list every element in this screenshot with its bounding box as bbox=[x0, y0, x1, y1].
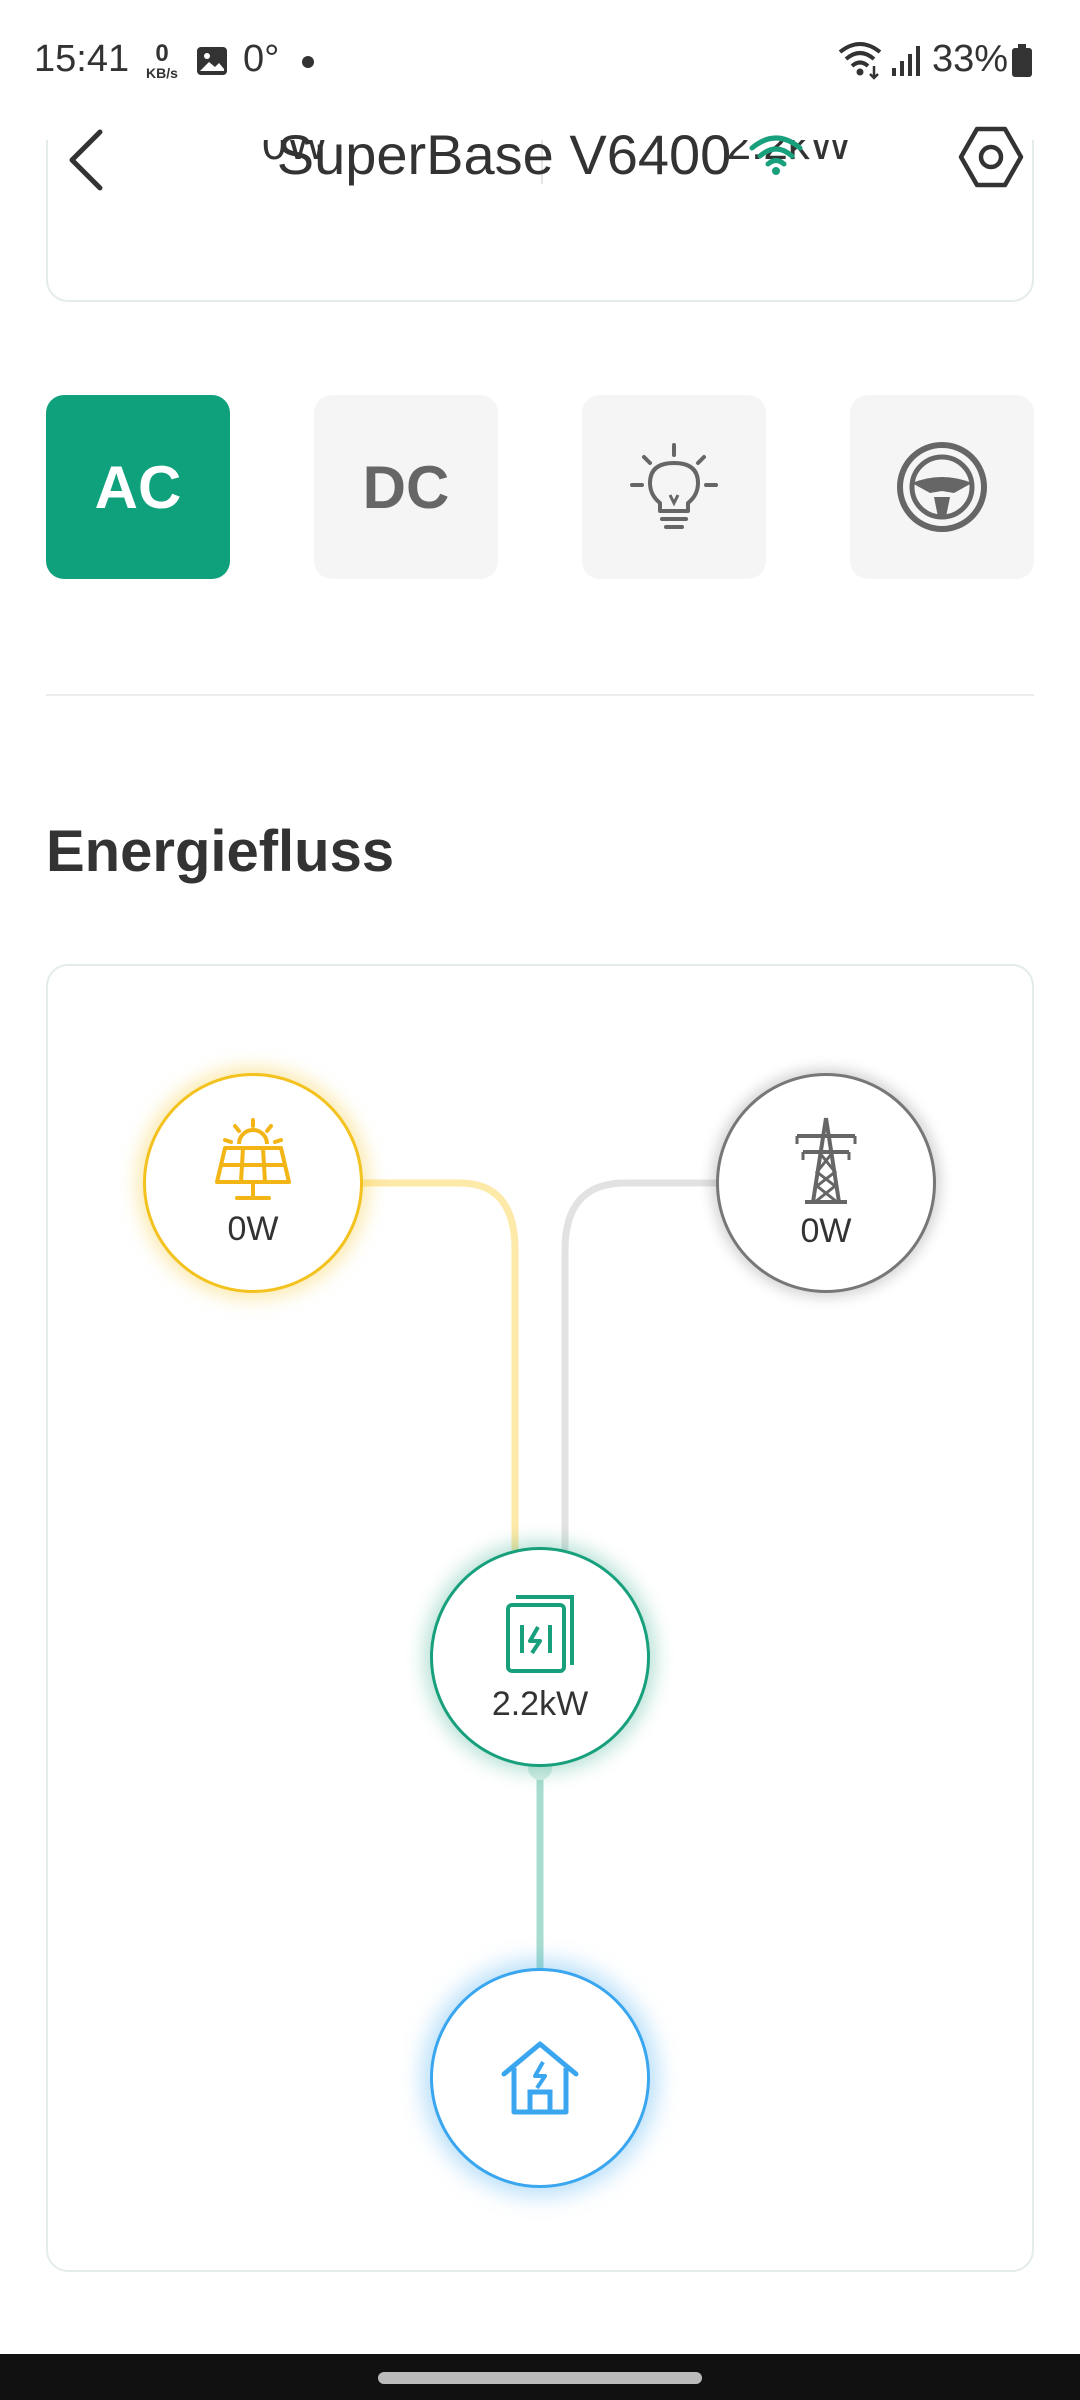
status-temperature: 0° bbox=[243, 38, 280, 80]
dc-mode-button[interactable]: DC bbox=[314, 395, 498, 579]
signal-icon bbox=[892, 46, 920, 76]
ac-mode-button[interactable]: AC bbox=[46, 395, 230, 579]
solar-panel-icon bbox=[215, 1117, 291, 1200]
settings-button[interactable] bbox=[956, 122, 1026, 192]
power-tower-icon bbox=[795, 1117, 857, 1204]
wifi-icon bbox=[749, 135, 803, 175]
battery-icon bbox=[1012, 44, 1032, 77]
status-time: 15:41 bbox=[34, 38, 130, 80]
home-gesture-handle[interactable] bbox=[378, 2372, 702, 2384]
car-mode-button[interactable] bbox=[850, 395, 1034, 579]
status-bar: 15:41 0 KB/s 0° 33% bbox=[0, 0, 1080, 120]
battery-node[interactable]: 2.2kW bbox=[430, 1547, 650, 1767]
steering-wheel-icon bbox=[897, 442, 987, 532]
battery-percent: 33% bbox=[932, 38, 1009, 80]
lightbulb-icon bbox=[630, 443, 718, 529]
page-title-wrap: SuperBase V6400 bbox=[0, 122, 1080, 187]
battery-unit-icon bbox=[506, 1594, 574, 1673]
ac-mode-label: AC bbox=[94, 453, 182, 521]
hexagon-settings-icon bbox=[958, 126, 1024, 188]
system-nav-bar bbox=[0, 2354, 1080, 2400]
notification-dot bbox=[302, 56, 314, 68]
grid-node[interactable]: 0W bbox=[716, 1073, 936, 1293]
solar-value: 0W bbox=[227, 1209, 279, 1248]
home-node[interactable] bbox=[430, 1968, 650, 2188]
section-divider bbox=[46, 694, 1034, 696]
solar-node[interactable]: 0W bbox=[143, 1073, 363, 1293]
light-mode-button[interactable] bbox=[582, 395, 766, 579]
network-speed-unit: KB/s bbox=[146, 65, 178, 81]
app-header: SuperBase V6400 bbox=[0, 110, 1080, 200]
network-speed-value: 0 bbox=[155, 40, 169, 67]
dc-mode-label: DC bbox=[362, 453, 450, 521]
home-power-icon bbox=[501, 2041, 579, 2115]
battery-value: 2.2kW bbox=[491, 1684, 589, 1723]
energy-flow-title: Energiefluss bbox=[46, 819, 395, 884]
page-title: SuperBase V6400 bbox=[276, 123, 732, 186]
grid-value: 0W bbox=[800, 1211, 852, 1250]
network-speed: 0 KB/s bbox=[140, 40, 184, 81]
status-wifi-icon bbox=[838, 42, 882, 80]
gallery-icon bbox=[197, 47, 227, 75]
